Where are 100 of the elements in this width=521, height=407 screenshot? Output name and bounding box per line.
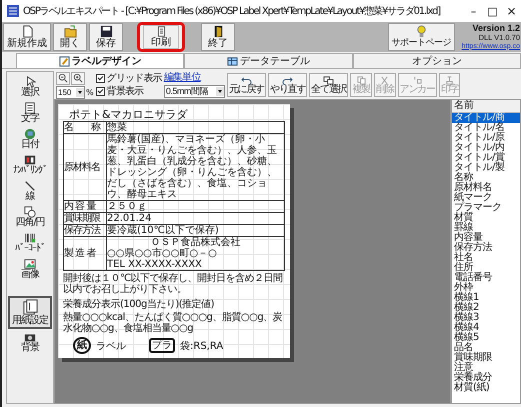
list-item[interactable]: 注意 [452, 363, 520, 373]
note-text: 開封後は１０℃以下で保存し、開封日を含め２日間以内でお召し上がり下さい。 [63, 273, 284, 295]
zoom-out-button[interactable] [56, 72, 70, 84]
list-item[interactable]: 横線5 [452, 333, 520, 343]
text-page-icon [24, 102, 36, 114]
tool-button[interactable]: 四角/円 [8, 204, 52, 230]
list-item[interactable]: タイトル/製 [452, 163, 520, 173]
cursor-icon [24, 76, 36, 88]
table-cell-text: 惣菜 [107, 122, 127, 133]
tool-button[interactable]: 線 [8, 178, 52, 204]
shapes-icon [24, 206, 36, 218]
new-button[interactable]: 新規作成 [3, 23, 51, 51]
tool-button[interactable]: 日付 [8, 126, 52, 152]
table-cell: 名 称 [64, 122, 107, 133]
anchor-icon [412, 76, 423, 84]
version-text: Version 1.2 [472, 24, 520, 32]
list-item[interactable]: 内容量 [452, 233, 520, 243]
table-cell: 保存方法 [64, 225, 107, 236]
plastic-recycle-mark: プラ [149, 338, 175, 353]
list-item[interactable]: 罫線 [452, 223, 520, 233]
tool-button[interactable]: 背景 [8, 329, 52, 355]
document-icon [20, 25, 34, 38]
select-all-icon [323, 76, 334, 84]
minimize-button[interactable]: – [464, 0, 483, 22]
zoom-select[interactable]: 150 [56, 86, 85, 98]
zoom-in-button[interactable] [71, 72, 85, 84]
mark-text: ラベル [96, 340, 126, 352]
list-item[interactable]: 電話番号 [452, 273, 520, 283]
list-item[interactable]: 名称 [452, 173, 520, 183]
tab[interactable]: ラベルデザイン [16, 53, 184, 68]
tool-button[interactable]: 文字 [8, 100, 52, 126]
list-item[interactable]: プラマーク [452, 203, 520, 213]
background-checkbox[interactable]: 背景表示 [96, 86, 162, 98]
list-item[interactable]: 住所 [452, 263, 520, 273]
dropdown-arrow-icon[interactable] [76, 88, 84, 96]
dropdown-arrow-icon[interactable] [216, 87, 224, 96]
table-cell-text: 22.01.24 [107, 213, 153, 224]
paper-recycle-mark: 紙 [73, 337, 91, 354]
list-item[interactable]: 材質(紙) [452, 383, 520, 393]
list-item[interactable]: 横線3 [452, 313, 520, 323]
barcode-icon [24, 232, 36, 244]
tool-button[interactable]: 用紙設定 [8, 296, 52, 329]
list-item[interactable]: 材質 [452, 213, 520, 223]
lightbulb-icon [414, 25, 428, 38]
select-all-button[interactable]: 全て選択 [309, 73, 348, 97]
list-item[interactable]: 横線4 [452, 323, 520, 333]
edit-unit-link[interactable]: 編集単位 [164, 72, 225, 84]
tab[interactable]: オプション [352, 53, 521, 68]
save-button[interactable]: 保存 [89, 23, 123, 51]
floppy-icon [100, 25, 112, 38]
tool-button[interactable]: 選択 [8, 74, 52, 100]
maximize-button[interactable]: □ [483, 0, 502, 22]
list-item[interactable]: 品名 [452, 343, 520, 353]
product-title: ポテト&マカロニサラダ [68, 108, 189, 121]
list-item[interactable]: タイトル/商 [452, 113, 520, 123]
close-button[interactable]: × [502, 0, 521, 22]
list-item[interactable]: 栄養成分 [452, 373, 520, 383]
list-item[interactable]: 外枠 [452, 283, 520, 293]
list-item[interactable]: 保存方法 [452, 243, 520, 253]
list-item[interactable]: タイトル/原 [452, 133, 520, 143]
list-item[interactable]: タイトル/内 [452, 143, 520, 153]
image-icon [24, 258, 36, 270]
column-header: 名前 [452, 100, 520, 113]
table-cell-text: ＯＳＰ食品株式会社 [150, 237, 242, 248]
tool-button[interactable]: ﾅﾝﾊﾞﾘﾝｸﾞ [8, 152, 52, 178]
magnifier-icon [73, 73, 83, 83]
list-item[interactable]: 賞味期限 [452, 353, 520, 363]
list-item[interactable]: 原材料名 [452, 183, 520, 193]
tool-button[interactable]: ﾊﾞｰｺｰﾄﾞ [8, 230, 52, 256]
tool-button[interactable]: 画像 [8, 256, 52, 282]
list-item[interactable]: 社名 [452, 253, 520, 263]
line-icon [24, 180, 36, 192]
tab[interactable]: データテーブル [184, 53, 353, 68]
open-button[interactable]: 開く [53, 23, 87, 51]
counter-icon [24, 154, 36, 166]
undo-button[interactable]: 元に戻す [226, 73, 266, 97]
list-item[interactable]: タイトル/賞 [452, 153, 520, 163]
undo-icon [240, 76, 252, 84]
list-item[interactable]: 紙マーク [452, 193, 520, 203]
magnifier-icon [58, 73, 68, 83]
print-button[interactable]: 印刷 [143, 25, 179, 49]
note-text: 熱量○○○kcal、たんぱく質○○○g、脂質○○g、炭水化物○○g、食塩相当量○○g [63, 312, 284, 334]
exit-button[interactable]: 終了 [201, 23, 235, 51]
table-cell: 製 造 者 [64, 237, 107, 270]
list-item[interactable]: タイトル/名 [452, 123, 520, 133]
app-icon [7, 5, 19, 17]
redo-button[interactable]: やり直す [268, 73, 308, 97]
table-cell-text: TEL XX-XXXX-XXXX [107, 259, 203, 270]
table-icon [226, 56, 238, 66]
list-item[interactable]: 横線2 [452, 303, 520, 313]
unit-select[interactable]: 0.5mm間隔 [164, 85, 225, 98]
table-cell-text: ２５０ｇ [107, 201, 148, 212]
table-cell-text: 馬鈴薯(国産)、マヨネーズ（卵・小麦・大豆・りんごを含む）、人参、玉葱、乳蛋白（乳成分を含む）、砂糖、ドレッシング（卵・りんごを含む）、だし（さばを含む）、食塩、コショウ、酵母エキス [107, 134, 278, 200]
delete-icon [379, 76, 390, 84]
grid-checkbox[interactable]: グリッド表示 [96, 72, 162, 84]
redo-icon [282, 76, 294, 84]
pencil-note-icon [58, 56, 70, 66]
list-item[interactable]: 横線1 [452, 293, 520, 303]
table-cell-text: 要冷蔵(10℃以下で保存) [107, 225, 220, 236]
support-page-button[interactable]: サポートページ [388, 23, 455, 51]
